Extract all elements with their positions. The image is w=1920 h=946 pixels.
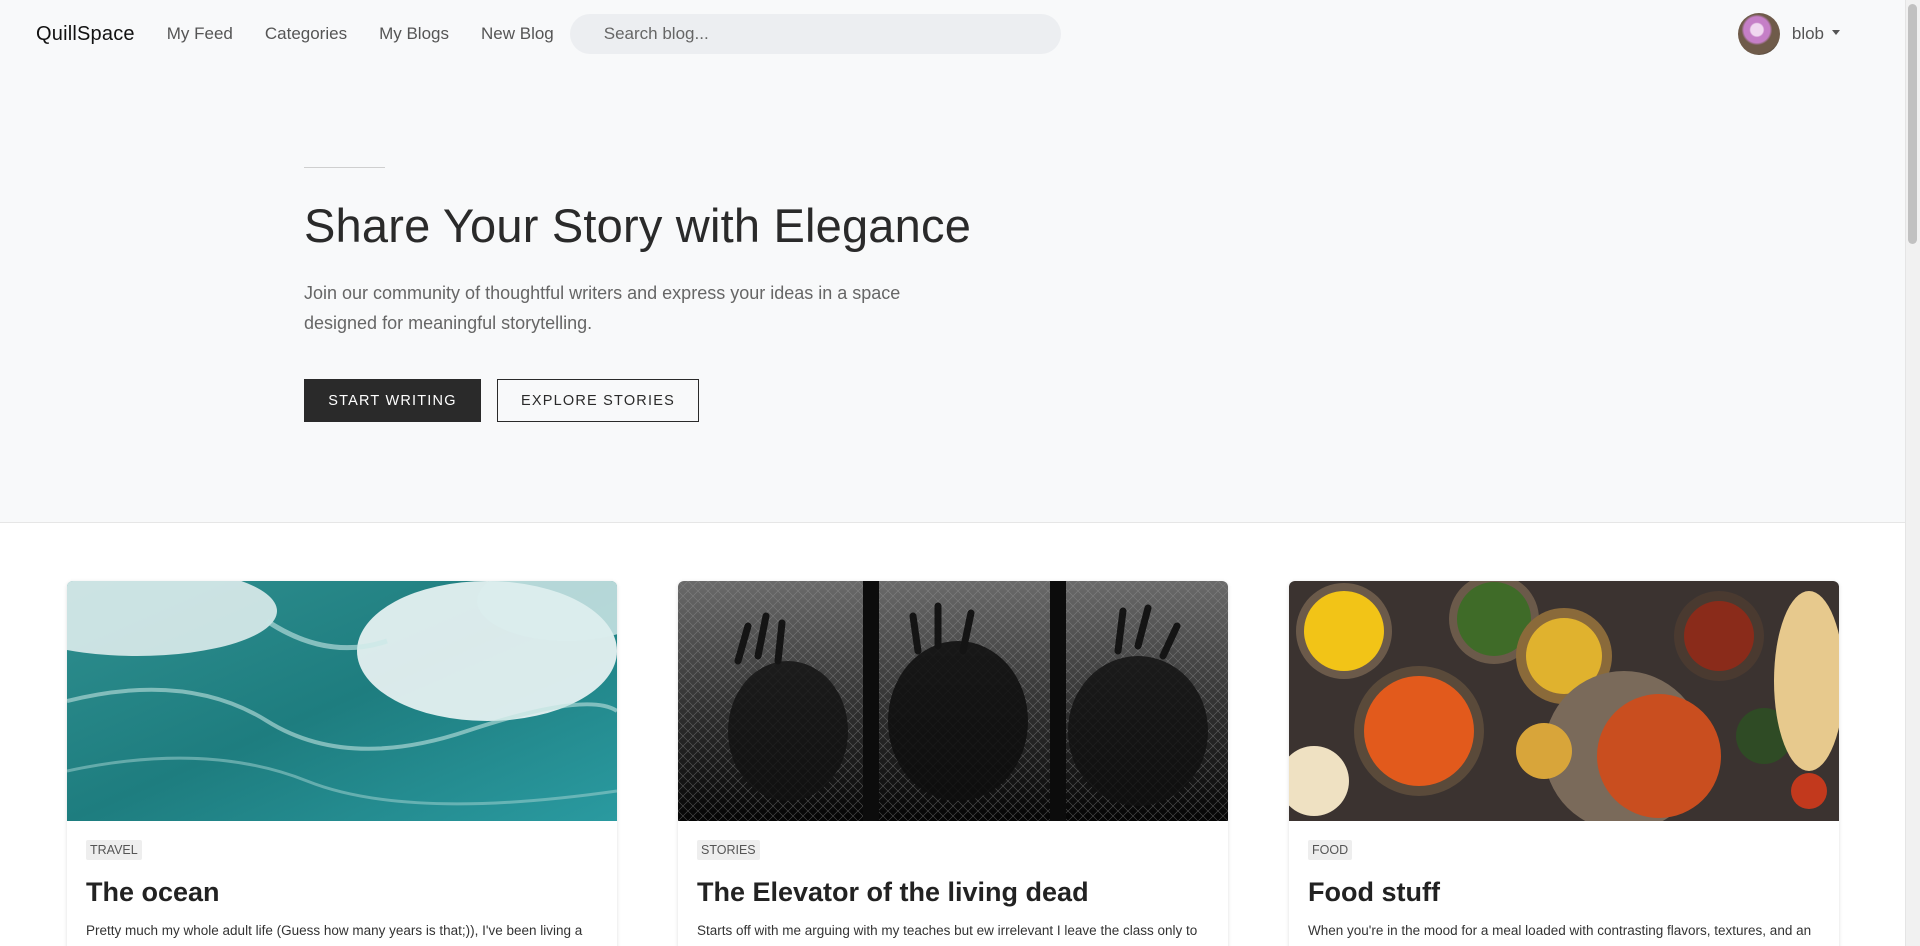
hero-subtitle-line-2: designed for meaningful storytelling.: [304, 313, 593, 333]
zombie-hands-image[interactable]: [678, 581, 1228, 821]
hero-title: Share Your Story with Elegance: [304, 199, 972, 252]
hero-divider: [304, 167, 385, 168]
card-excerpt: When you're in the mood for a meal loade…: [1308, 923, 1812, 938]
top-navbar: QuillSpace My Feed Categories My Blogs N…: [0, 0, 1905, 68]
search-input[interactable]: Search blog...: [569, 14, 1061, 54]
blog-card-food[interactable]: FOOD Food stuff When you're in the mood …: [1289, 581, 1839, 946]
page-scrollbar[interactable]: [1905, 0, 1920, 946]
user-name[interactable]: blob: [1792, 24, 1824, 44]
nav-link-categories[interactable]: Categories: [265, 24, 347, 44]
card-title[interactable]: The ocean: [86, 877, 220, 908]
hero-subtitle-line-1: Join our community of thoughtful writers…: [304, 283, 901, 303]
food-spread-image[interactable]: [1289, 581, 1839, 821]
blog-card-elevator[interactable]: STORIES The Elevator of the living dead …: [678, 581, 1228, 946]
search-placeholder: Search blog...: [603, 24, 709, 43]
card-excerpt: Pretty much my whole adult life (Guess h…: [86, 923, 583, 938]
category-tag[interactable]: TRAVEL: [86, 840, 142, 860]
brand-logo[interactable]: QuillSpace: [36, 23, 135, 46]
nav-link-new-blog[interactable]: New Blog: [481, 24, 554, 44]
blog-card-ocean[interactable]: TRAVEL The ocean Pretty much my whole ad…: [67, 581, 617, 946]
nav-link-my-blogs[interactable]: My Blogs: [379, 24, 449, 44]
card-title[interactable]: Food stuff: [1308, 877, 1440, 908]
hero-section: Share Your Story with Elegance Join our …: [0, 68, 1905, 523]
category-tag[interactable]: STORIES: [697, 840, 760, 860]
explore-stories-button[interactable]: EXPLORE STORIES: [497, 379, 699, 422]
category-tag[interactable]: FOOD: [1308, 840, 1353, 860]
card-excerpt: Starts off with me arguing with my teach…: [697, 923, 1198, 938]
ocean-waves-image[interactable]: [67, 581, 617, 821]
nav-link-my-feed[interactable]: My Feed: [167, 24, 233, 44]
scrollbar-thumb[interactable]: [1908, 4, 1917, 244]
user-menu-toggle[interactable]: blob: [1737, 13, 1840, 55]
avatar[interactable]: [1737, 13, 1780, 55]
chevron-down-icon[interactable]: [1832, 30, 1840, 35]
start-writing-button[interactable]: START WRITING: [304, 379, 481, 422]
hero-subtitle: Join our community of thoughtful writers…: [304, 278, 924, 338]
card-title[interactable]: The Elevator of the living dead: [697, 877, 1089, 908]
